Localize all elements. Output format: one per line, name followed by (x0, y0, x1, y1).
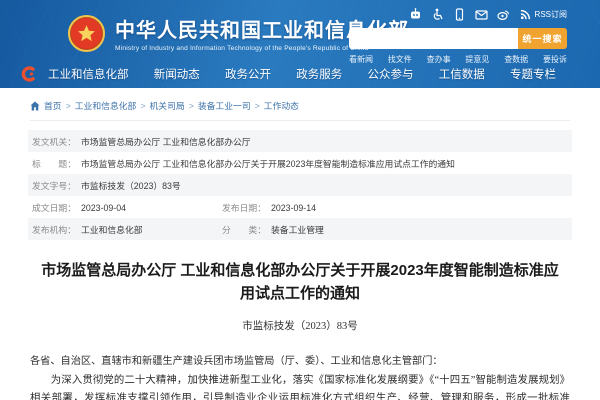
nav-item-data[interactable]: 工信数据 (433, 66, 491, 82)
breadcrumb-separator: > (140, 100, 146, 111)
meta-value: 2023-09-04 (81, 202, 126, 213)
search-input[interactable] (349, 28, 518, 49)
main-nav: 工业和信息化部 新闻动态 政务公开 政务服务 公众参与 工信数据 专题专栏 (0, 60, 600, 88)
meta-label: 成文日期： (32, 202, 76, 213)
breadcrumb-separator: > (254, 100, 260, 111)
meta-value: 2023-09-14 (271, 202, 316, 213)
meta-row-doc-number: 发文字号： 市监标技发（2023）83号 (28, 174, 572, 196)
robot-icon[interactable] (409, 7, 422, 21)
nav-item-gov-info[interactable]: 政务公开 (219, 66, 277, 82)
nav-item-gov-services[interactable]: 政务服务 (290, 66, 348, 82)
meta-value: 工业和信息化部 (81, 224, 143, 235)
breadcrumb-work-updates[interactable]: 工作动态 (264, 99, 299, 112)
rss-label: RSS订阅 (534, 9, 567, 19)
home-icon (30, 101, 40, 111)
nav-item-participation[interactable]: 公众参与 (362, 66, 420, 82)
miit-logo-icon (20, 66, 36, 82)
meta-value: 装备工业管理 (271, 224, 324, 235)
breadcrumb-miit[interactable]: 工业和信息化部 (75, 99, 137, 112)
accessibility-icon[interactable] (431, 8, 444, 21)
unified-search-button[interactable]: 统一搜索 (518, 28, 567, 49)
page-content: 首页 > 工业和信息化部 > 机关司局 > 装备工业一司 > 工作动态 发文机关… (0, 88, 600, 400)
nav-item-special[interactable]: 专题专栏 (504, 66, 562, 82)
meta-label: 发文机关： (32, 136, 76, 147)
site-header: 中华人民共和国工业和信息化部 Ministry of Industry and … (0, 0, 600, 88)
nav-item-miit[interactable]: 工业和信息化部 (42, 66, 135, 82)
breadcrumb-separator: > (65, 100, 71, 111)
article-addressee: 各省、自治区、直辖市和新疆生产建设兵团市场监管局（厅、委）、工业和信息化主管部门… (30, 355, 443, 367)
meta-label: 发布日期： (222, 202, 266, 213)
meta-value: 市场监管总局办公厅 工业和信息化部办公厅关于开展2023年度智能制造标准应用试点… (81, 158, 455, 169)
document-meta-table: 发文机关： 市场监管总局办公厅 工业和信息化部办公厅 标 题： 市场监管总局办公… (28, 130, 572, 240)
meta-row-publisher-category: 发布机构： 工业和信息化部 分 类： 装备工业管理 (28, 218, 572, 240)
emblem-star-icon (78, 24, 95, 41)
meta-label: 发布机构： (32, 224, 76, 235)
article-doc-number: 市监标技发（2023）83号 (242, 320, 358, 332)
breadcrumb-departments[interactable]: 机关司局 (149, 99, 184, 112)
national-emblem-icon (68, 14, 105, 52)
search-bar: 统一搜索 (349, 28, 567, 49)
meta-label: 分 类： (222, 224, 266, 235)
rss-subscribe[interactable]: RSS订阅 (519, 8, 567, 21)
nav-item-news[interactable]: 新闻动态 (148, 66, 206, 82)
meta-row-dates: 成文日期： 2023-09-04 发布日期： 2023-09-14 (28, 196, 572, 218)
meta-row-issuing-office: 发文机关： 市场监管总局办公厅 工业和信息化部办公厅 (28, 130, 572, 152)
meta-value: 市场监管总局办公厅 工业和信息化部办公厅 (81, 136, 251, 147)
article-paragraph: 为深入贯彻党的二十大精神，加快推进新型工业化，落实《国家标准化发展纲要》《“十四… (30, 374, 570, 400)
breadcrumb-home[interactable]: 首页 (44, 99, 62, 112)
mobile-icon[interactable] (453, 7, 466, 21)
breadcrumb-separator: > (188, 100, 194, 111)
meta-row-title: 标 题： 市场监管总局办公厅 工业和信息化部办公厅关于开展2023年度智能制造标… (28, 152, 572, 174)
utility-icon-row: RSS订阅 (349, 7, 567, 21)
meta-label: 标 题： (32, 158, 76, 169)
meta-label: 发文字号： (32, 180, 76, 191)
breadcrumb-equipment-dept[interactable]: 装备工业一司 (198, 99, 251, 112)
article-title: 市场监管总局办公厅 工业和信息化部办公厅关于开展2023年度智能制造标准应用试点… (41, 262, 559, 303)
meta-value: 市监标技发（2023）83号 (81, 180, 181, 191)
rss-icon (519, 8, 532, 21)
breadcrumb: 首页 > 工业和信息化部 > 机关司局 > 装备工业一司 > 工作动态 (0, 88, 600, 112)
weibo-icon[interactable] (496, 8, 510, 21)
mail-icon[interactable] (474, 8, 488, 21)
breadcrumb-divider (30, 120, 570, 121)
